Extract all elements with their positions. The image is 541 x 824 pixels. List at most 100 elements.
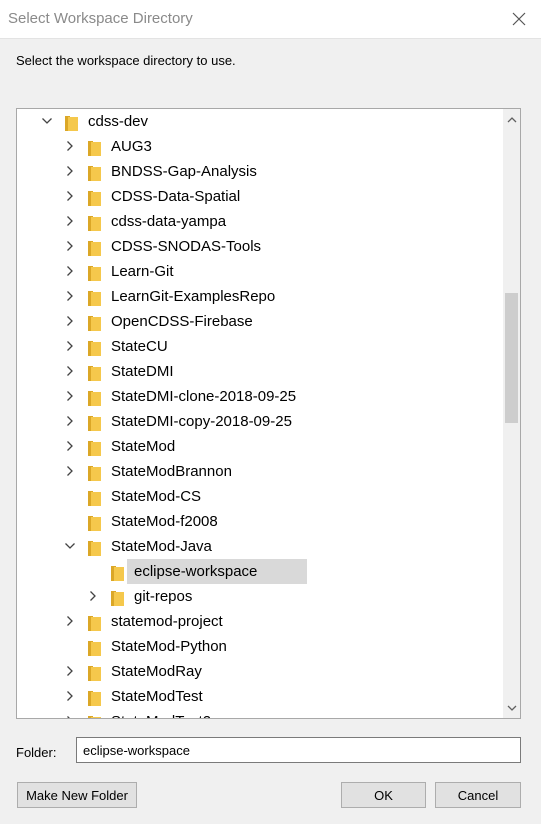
ok-button[interactable]: OK [341,782,426,808]
chevron-right-icon[interactable] [64,340,76,352]
chevron-right-icon[interactable] [64,715,76,718]
tree-row[interactable]: BNDSS-Gap-Analysis [17,159,503,184]
tree-row[interactable]: CDSS-SNODAS-Tools [17,234,503,259]
folder-icon [88,539,101,556]
tree-row[interactable]: OpenCDSS-Firebase [17,309,503,334]
chevron-down-icon[interactable] [41,115,53,127]
folder-icon [88,239,101,256]
folder-icon [88,414,101,431]
tree-row-label: StateMod-f2008 [111,513,218,530]
close-icon [512,12,526,26]
tree-row-label: StateMod-CS [111,488,202,505]
close-button[interactable] [497,0,541,38]
tree-row[interactable]: StateMod-Java [17,534,503,559]
tree-row[interactable]: git-repos [17,584,503,609]
tree-row-label: StateMod-Java [111,538,212,555]
tree-row[interactable]: LearnGit-ExamplesRepo [17,284,503,309]
tree-row[interactable]: eclipse-workspace [17,559,503,584]
title-bar: Select Workspace Directory [0,0,541,39]
tree-row[interactable]: StateMod-Python [17,634,503,659]
chevron-up-icon [507,116,516,122]
folder-input[interactable] [76,737,521,763]
folder-icon [88,214,101,231]
tree-row[interactable]: StateModTest [17,684,503,709]
tree-row-label: BNDSS-Gap-Analysis [111,163,257,180]
tree-row-label: StateModRay [111,663,202,680]
folder-icon [88,439,101,456]
tree-row-label: statemod-project [111,613,223,630]
tree-row[interactable]: StateModBrannon [17,459,503,484]
chevron-right-icon[interactable] [64,215,76,227]
folder-tree[interactable]: cdss-dev AUG3 BNDSS-Gap-Analysis CDSS-Data-… [16,108,521,719]
tree-row-label: StateModTest [111,688,203,705]
folder-icon [88,714,101,718]
tree-row-label: AUG3 [111,138,152,155]
tree-row-label: OpenCDSS-Firebase [111,313,253,330]
chevron-right-icon[interactable] [64,390,76,402]
instruction-text: Select the workspace directory to use. [16,53,236,68]
chevron-right-icon[interactable] [64,315,76,327]
tree-row-label: CDSS-SNODAS-Tools [111,238,262,255]
tree-row-label: CDSS-Data-Spatial [111,188,241,205]
chevron-right-icon[interactable] [87,590,99,602]
chevron-right-icon[interactable] [64,665,76,677]
make-new-folder-button[interactable]: Make New Folder [17,782,137,808]
folder-icon [88,289,101,306]
folder-icon [88,514,101,531]
chevron-right-icon[interactable] [64,365,76,377]
tree-row-label: LearnGit-ExamplesRepo [111,288,276,305]
scroll-down-button[interactable] [503,698,520,718]
chevron-right-icon[interactable] [64,265,76,277]
folder-icon [88,689,101,706]
folder-icon [88,189,101,206]
tree-row[interactable]: CDSS-Data-Spatial [17,184,503,209]
tree-row-label: StateDMI-clone-2018-09-25 [111,388,297,405]
chevron-right-icon[interactable] [64,290,76,302]
tree-row[interactable]: StateModTest2 [17,709,503,718]
folder-icon [88,164,101,181]
tree-row[interactable]: Learn-Git [17,259,503,284]
chevron-right-icon[interactable] [64,440,76,452]
scrollbar-thumb[interactable] [505,293,518,423]
tree-row[interactable]: StateModRay [17,659,503,684]
folder-icon [111,564,124,581]
chevron-down-icon[interactable] [64,540,76,552]
chevron-right-icon[interactable] [64,615,76,627]
tree-row[interactable]: cdss-dev [17,109,503,134]
tree-row[interactable]: cdss-data-yampa [17,209,503,234]
chevron-right-icon[interactable] [64,465,76,477]
tree-row[interactable]: AUG3 [17,134,503,159]
tree-row[interactable]: StateDMI-copy-2018-09-25 [17,409,503,434]
window-title: Select Workspace Directory [8,10,193,27]
chevron-right-icon[interactable] [64,190,76,202]
folder-icon [88,614,101,631]
tree-rows: cdss-dev AUG3 BNDSS-Gap-Analysis CDSS-Data-… [17,109,503,718]
tree-row[interactable]: StateCU [17,334,503,359]
tree-row[interactable]: StateDMI [17,359,503,384]
tree-row[interactable]: StateMod-CS [17,484,503,509]
tree-row[interactable]: StateDMI-clone-2018-09-25 [17,384,503,409]
chevron-right-icon[interactable] [64,690,76,702]
folder-icon [111,589,124,606]
chevron-right-icon[interactable] [64,240,76,252]
folder-icon [88,664,101,681]
folder-icon [88,389,101,406]
vertical-scrollbar[interactable] [503,109,520,718]
tree-row-label: cdss-dev [88,113,149,130]
tree-row[interactable]: StateMod [17,434,503,459]
chevron-right-icon[interactable] [64,140,76,152]
chevron-right-icon[interactable] [64,165,76,177]
cancel-button[interactable]: Cancel [435,782,521,808]
tree-row[interactable]: StateMod-f2008 [17,509,503,534]
tree-row-label: StateMod [111,438,176,455]
tree-row-label: eclipse-workspace [134,563,258,580]
tree-row-label: StateDMI [111,363,174,380]
folder-icon [65,114,78,131]
tree-row[interactable]: statemod-project [17,609,503,634]
scroll-up-button[interactable] [503,109,520,129]
folder-icon [88,464,101,481]
tree-row-label: StateModBrannon [111,463,232,480]
chevron-right-icon[interactable] [64,415,76,427]
folder-field-label: Folder: [16,745,57,760]
tree-row-label: cdss-data-yampa [111,213,227,230]
